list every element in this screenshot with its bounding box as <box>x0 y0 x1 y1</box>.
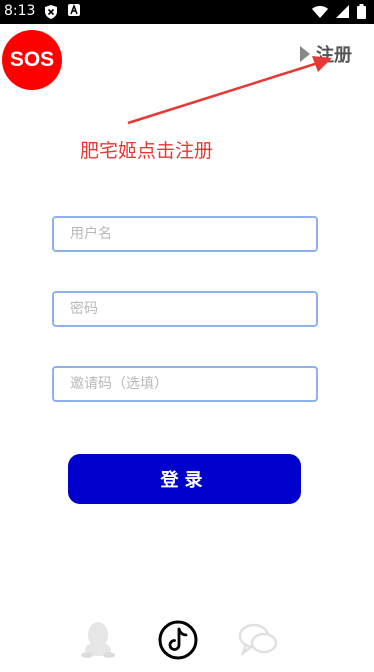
battery-icon <box>357 4 366 23</box>
username-field[interactable] <box>52 216 318 252</box>
sos-button[interactable]: SOS <box>2 30 62 90</box>
annotation-arrow <box>127 56 332 125</box>
shield-icon <box>45 5 57 23</box>
chat-icon[interactable] <box>238 620 278 660</box>
password-input[interactable] <box>54 293 316 325</box>
qq-icon[interactable] <box>78 620 118 660</box>
signal-icon <box>336 5 349 22</box>
status-time: 8:13 <box>4 3 36 19</box>
username-input[interactable] <box>54 218 316 250</box>
status-right <box>312 4 366 23</box>
status-bar: 8:13 <box>0 0 374 24</box>
invite-code-field[interactable] <box>52 366 318 402</box>
annotation-text: 肥宅姬点击注册 <box>80 140 214 162</box>
invite-code-input[interactable] <box>54 368 316 400</box>
login-button[interactable]: 登录 <box>68 454 301 504</box>
tiktok-icon[interactable] <box>158 620 198 660</box>
a-icon <box>68 3 80 20</box>
password-field[interactable] <box>52 291 318 327</box>
wifi-icon <box>312 5 328 22</box>
